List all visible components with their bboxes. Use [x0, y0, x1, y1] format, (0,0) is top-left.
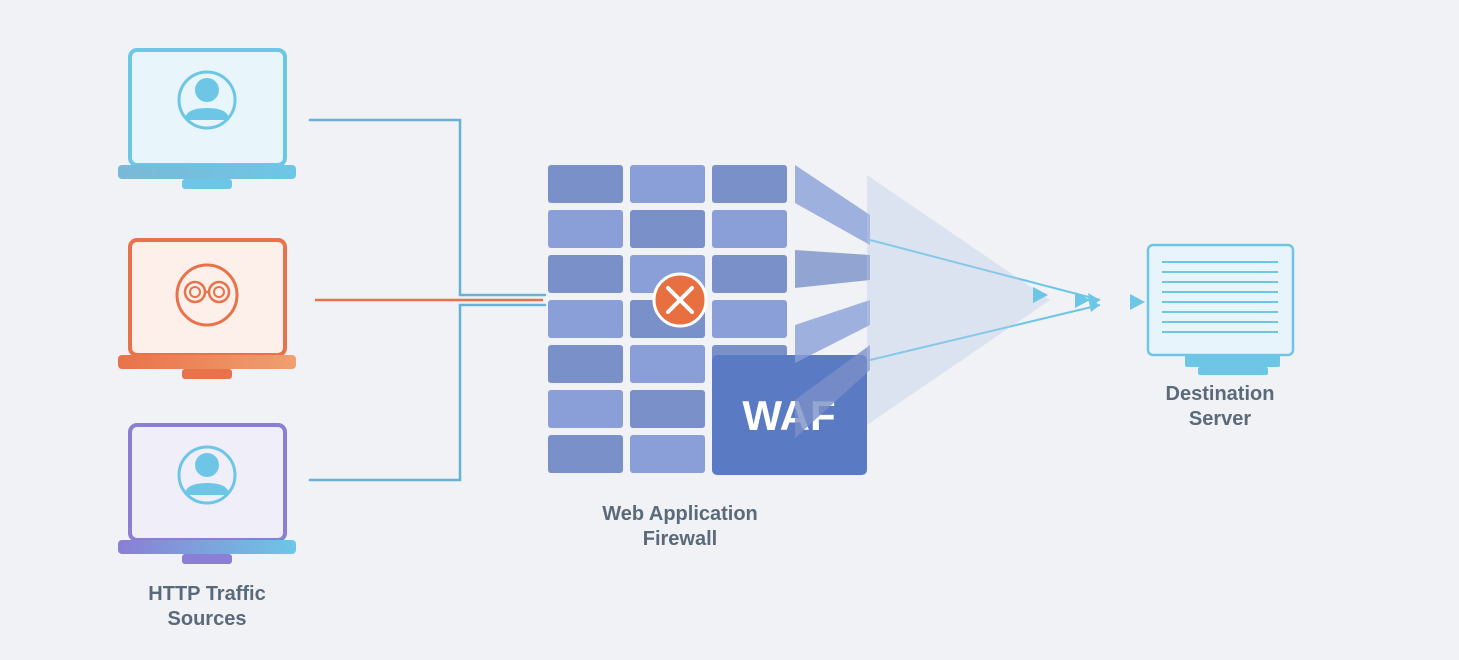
svg-text:Firewall: Firewall — [643, 528, 717, 550]
svg-text:Server: Server — [1189, 408, 1251, 430]
svg-text:Web Application: Web Application — [602, 503, 758, 525]
svg-text:Destination: Destination — [1166, 383, 1275, 405]
diagram-svg: WAF — [0, 0, 1459, 660]
svg-text:HTTP Traffic: HTTP Traffic — [148, 583, 265, 605]
diagram-container: WAF — [0, 0, 1459, 660]
svg-text:Sources: Sources — [168, 608, 247, 630]
